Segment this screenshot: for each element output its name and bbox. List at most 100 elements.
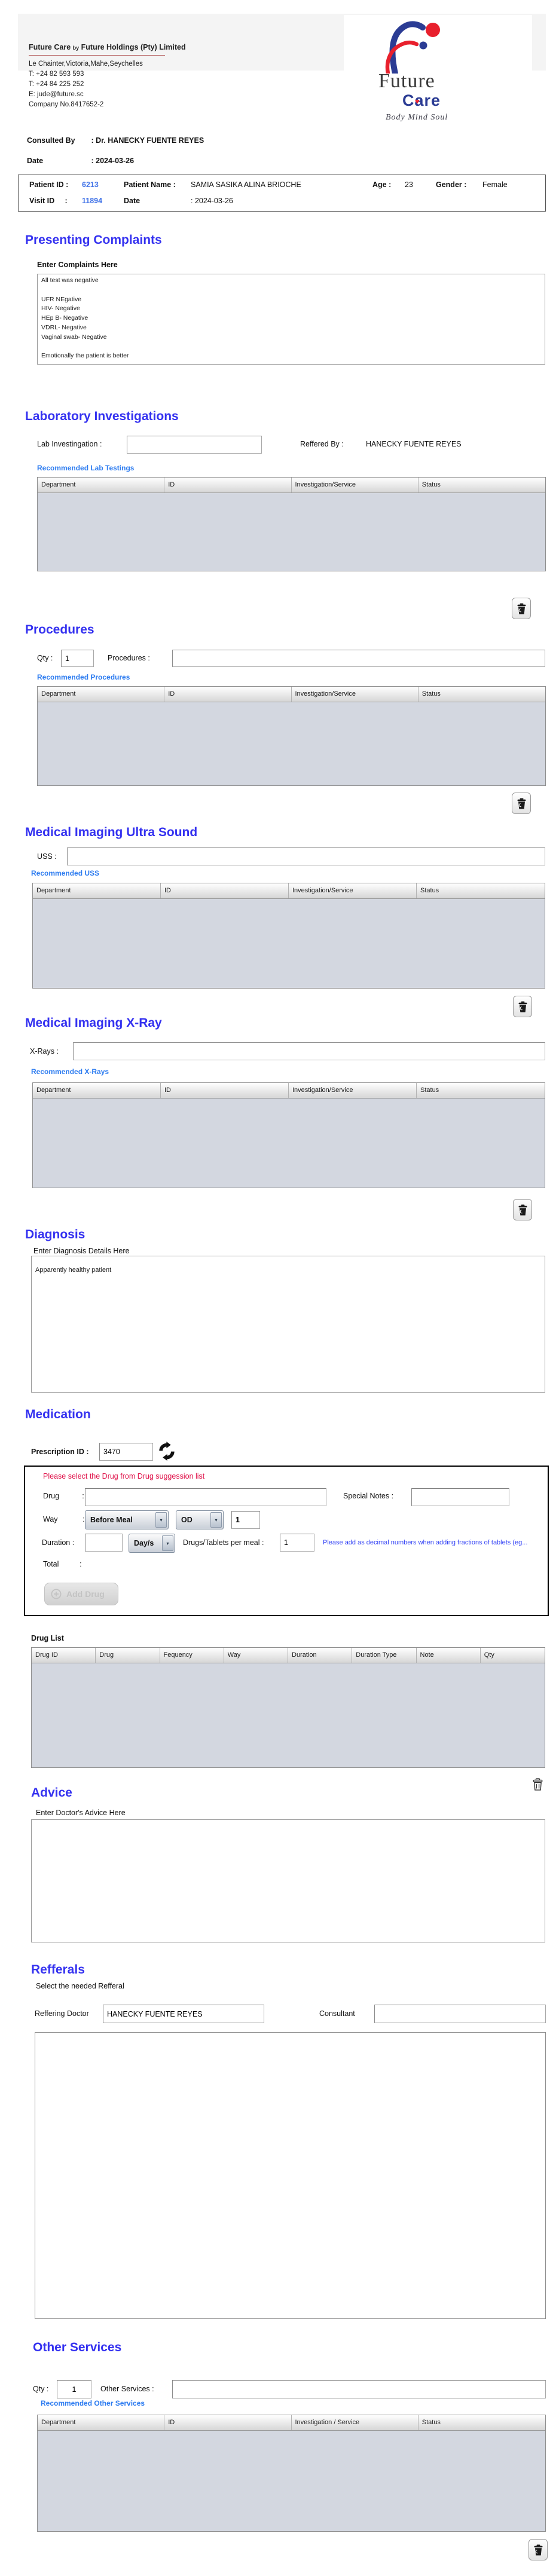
age-label: Age : [372, 180, 391, 189]
drug-input[interactable] [85, 1488, 326, 1506]
drug-label: Drug : [43, 1492, 84, 1500]
col-id: ID [161, 1083, 289, 1098]
xray-input[interactable] [73, 1042, 545, 1060]
way-label: Way : [43, 1515, 85, 1523]
add-drug-label: Add Drug [66, 1589, 105, 1599]
logo-word-care: Care ♥ [402, 91, 556, 110]
special-notes-input[interactable] [411, 1488, 509, 1506]
section-title-other-services: Other Services [33, 2341, 121, 2355]
drug-list-delete-button[interactable] [528, 1774, 546, 1794]
consultation-form-page: Future Care ♥ Body Mind Soul Future Care… [0, 0, 556, 2576]
trash-icon [518, 1204, 527, 1216]
procedures-table[interactable]: Department ID Investigation/Service Stat… [37, 686, 546, 786]
lab-testings-table[interactable]: Department ID Investigation/Service Stat… [37, 477, 546, 571]
company-name: Future Care by Future Holdings (Pty) Lim… [29, 43, 186, 51]
col-investigation: Investigation/Service [289, 1083, 417, 1098]
other-services-input[interactable] [172, 2380, 546, 2398]
per-meal-label: Drugs/Tablets per meal : [183, 1538, 264, 1547]
visit-id-value: 11894 [82, 197, 102, 205]
logo-tagline: Body Mind Soul [386, 113, 448, 123]
col-id: ID [164, 2415, 291, 2430]
consultant-input[interactable] [374, 2005, 546, 2023]
col-duration-type: Duration Type [352, 1648, 416, 1663]
col-drug-id: Drug ID [32, 1648, 96, 1663]
other-qty-input[interactable] [57, 2380, 91, 2398]
company-logo: Future Care ♥ Body Mind Soul [344, 15, 532, 130]
refresh-icon [158, 1442, 176, 1461]
uss-table[interactable]: Department ID Investigation/Service Stat… [32, 883, 545, 989]
col-id: ID [161, 883, 289, 898]
procedures-delete-button[interactable] [512, 793, 531, 814]
patient-id-value: 6213 [82, 180, 99, 189]
col-drug: Drug [96, 1648, 160, 1663]
lab-delete-button[interactable] [512, 598, 531, 619]
recommended-procedures-link[interactable]: Recommended Procedures [37, 673, 130, 681]
recommended-lab-testings-link[interactable]: Recommended Lab Testings [37, 464, 134, 472]
refresh-prescription-button[interactable] [158, 1442, 176, 1461]
per-meal-input[interactable] [280, 1534, 314, 1552]
advice-textarea[interactable] [31, 1819, 545, 1942]
section-title-presenting-complaints: Presenting Complaints [25, 233, 162, 247]
duration-input[interactable] [85, 1534, 123, 1552]
complaints-textarea[interactable]: All test was negative UFR NEgative HIV- … [37, 274, 545, 365]
patient-info-box: Patient ID : 6213 Patient Name : SAMIA S… [18, 175, 546, 212]
col-status: Status [418, 478, 545, 492]
procedures-qty-input[interactable] [61, 650, 94, 667]
referral-list-box[interactable] [35, 2032, 546, 2319]
prescription-id-input[interactable] [99, 1443, 153, 1461]
add-drug-button[interactable]: Add Drug [44, 1583, 118, 1605]
drug-list-header: Drug ID Drug Fequency Way Duration Durat… [32, 1648, 545, 1663]
section-title-referrals: Refferals [31, 1963, 85, 1977]
procedures-qty-label: Qty : [37, 654, 53, 662]
col-investigation: Investigation/Service [292, 687, 418, 702]
recommended-uss-link[interactable]: Recommended USS [31, 869, 99, 877]
col-duration: Duration [288, 1648, 352, 1663]
recommended-other-services-link[interactable]: Recommended Other Services [41, 2399, 145, 2407]
frequency-value: OD [181, 1516, 193, 1524]
way-qty-input[interactable] [231, 1511, 260, 1529]
procedures-input[interactable] [172, 650, 545, 667]
referrals-sub-label: Select the needed Refferal [36, 1982, 124, 1990]
xray-table-header: Department ID Investigation/Service Stat… [33, 1083, 545, 1099]
referring-doctor-label: Reffering Doctor [35, 2009, 89, 2018]
consulted-by-line: Consulted By : Dr. HANECKY FUENTE REYES [27, 136, 204, 145]
logo-f-curves-icon [375, 19, 453, 74]
patient-id-label: Patient ID : [29, 180, 68, 189]
uss-input[interactable] [67, 848, 545, 865]
col-status: Status [418, 687, 545, 702]
section-title-medication: Medication [25, 1408, 91, 1422]
uss-delete-button[interactable] [513, 996, 532, 1017]
visit-date-label: Date [124, 197, 140, 205]
col-status: Status [417, 883, 545, 898]
frequency-select[interactable]: OD ▾ [176, 1510, 224, 1529]
col-qty: Qty [481, 1648, 545, 1663]
section-title-ultrasound: Medical Imaging Ultra Sound [25, 825, 197, 840]
total-label: Total : [43, 1560, 82, 1568]
other-services-table[interactable]: Department ID Investigation / Service St… [37, 2415, 546, 2532]
drug-list-label: Drug List [31, 1634, 64, 1642]
other-services-delete-button[interactable] [528, 2539, 548, 2560]
trash-icon [517, 798, 526, 809]
xray-table[interactable]: Department ID Investigation/Service Stat… [32, 1082, 545, 1188]
duration-type-select[interactable]: Day/s ▾ [129, 1534, 175, 1553]
meal-timing-select[interactable]: Before Meal ▾ [85, 1510, 169, 1529]
referring-doctor-input[interactable] [103, 2005, 264, 2023]
lab-investigation-input[interactable] [127, 436, 262, 454]
recommended-xrays-link[interactable]: Recommended X-Rays [31, 1067, 109, 1076]
referred-by-label: Reffered By : [300, 440, 344, 448]
other-qty-label: Qty : [33, 2385, 48, 2393]
patient-name-label: Patient Name : [124, 180, 176, 189]
other-services-table-header: Department ID Investigation / Service St… [38, 2415, 545, 2431]
section-title-diagnosis: Diagnosis [25, 1228, 85, 1242]
diagnosis-textarea[interactable]: Apparently healthy patient [31, 1256, 545, 1393]
complaints-sub-label: Enter Complaints Here [37, 261, 118, 269]
drug-suggestion-warning: Please select the Drug from Drug suggess… [43, 1472, 204, 1480]
drug-list-table[interactable]: Drug ID Drug Fequency Way Duration Durat… [31, 1647, 545, 1768]
other-services-label: Other Services : [100, 2385, 154, 2393]
plus-circle-icon [51, 1589, 62, 1599]
chevron-down-icon: ▾ [155, 1512, 167, 1528]
visit-date-value: : 2024-03-26 [191, 197, 233, 205]
xray-delete-button[interactable] [513, 1199, 532, 1220]
gender-value: Female [482, 180, 508, 189]
col-department: Department [33, 883, 161, 898]
